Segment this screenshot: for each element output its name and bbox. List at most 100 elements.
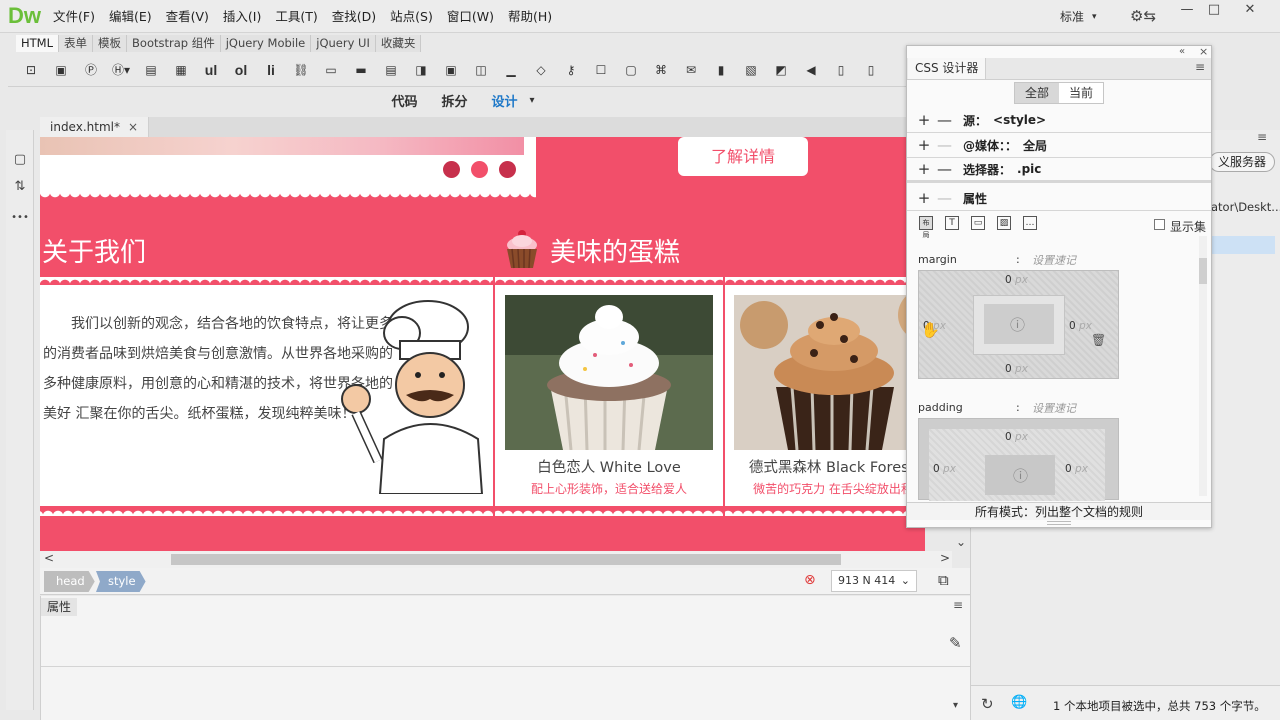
panel-menu-icon[interactable]: ≡	[953, 598, 963, 612]
heading-icon[interactable]: Ⓗ▾	[106, 58, 136, 82]
trash-icon[interactable]: 🗑	[1091, 333, 1106, 347]
menu-file[interactable]: 文件(F)	[46, 0, 102, 33]
css-vertical-scrollbar[interactable]	[1199, 236, 1207, 496]
selector-value[interactable]: .pic	[1017, 162, 1041, 176]
sources-value[interactable]: <style>	[993, 113, 1046, 127]
menu-site[interactable]: 站点(S)	[383, 0, 440, 33]
aside-icon[interactable]: ◨	[406, 58, 436, 82]
split-view-button[interactable]: 拆分	[441, 91, 467, 110]
tab-favorites[interactable]: 收藏夹	[376, 35, 422, 52]
table-icon[interactable]: ▤	[136, 58, 166, 82]
script-icon[interactable]: ⌘	[646, 58, 676, 82]
li-icon[interactable]: li	[256, 58, 286, 82]
email-icon[interactable]: ✉	[676, 58, 706, 82]
code-view-button[interactable]: 代码	[391, 91, 417, 110]
paragraph-icon[interactable]: Ⓟ	[76, 58, 106, 82]
main-icon[interactable]: ▤	[376, 58, 406, 82]
padding-shorthand[interactable]: 设置速记	[1032, 400, 1076, 416]
chevron-down-icon[interactable]: ⌄	[953, 535, 969, 551]
scrollbar-thumb[interactable]	[171, 554, 841, 565]
sort-icon[interactable]: ⇅	[6, 179, 34, 194]
chevron-down-icon[interactable]: ▾	[953, 700, 958, 711]
chevron-down-icon[interactable]: ▾	[530, 95, 535, 106]
header-icon[interactable]: ▭	[316, 58, 346, 82]
margin-top-value[interactable]: 0 px	[1005, 274, 1028, 286]
nav-icon[interactable]: ▬	[346, 58, 376, 82]
more-icon[interactable]: •••	[6, 212, 34, 223]
border-icon[interactable]: ▭	[971, 216, 985, 230]
remove-icon[interactable]: —	[937, 160, 952, 178]
scroll-left-icon[interactable]: <	[44, 551, 54, 565]
tab-jquery-mobile[interactable]: jQuery Mobile	[221, 35, 312, 52]
file-icon[interactable]: ▢	[6, 152, 34, 167]
maximize-icon[interactable]: □	[1197, 0, 1231, 22]
cake-card[interactable]: 德式黑森林 Black Forest C 微苦的巧克力 在舌尖绽放出秋天	[725, 285, 925, 506]
tag-head[interactable]: head	[44, 571, 95, 592]
learn-more-button[interactable]: 了解详情	[678, 137, 808, 176]
sync-settings-icon[interactable]: ⚙⇆	[1130, 7, 1156, 25]
tab-html[interactable]: HTML	[16, 35, 60, 52]
background-icon[interactable]: ▨	[997, 216, 1011, 230]
footer-icon[interactable]: ▁	[496, 58, 526, 82]
menu-insert[interactable]: 插入(I)	[216, 0, 268, 33]
slider-dot[interactable]	[471, 161, 488, 178]
audio-icon[interactable]: ◀	[796, 58, 826, 82]
edit-icon[interactable]: ✎	[949, 634, 962, 652]
cake-card[interactable]: 白色恋人 White Love 配上心形装饰，适合送给爱人	[495, 285, 723, 506]
selected-file-row[interactable]	[1211, 236, 1275, 254]
error-icon[interactable]: ⊗	[804, 572, 816, 588]
animate-icon[interactable]: ◩	[766, 58, 796, 82]
close-icon[interactable]: ✕	[1233, 0, 1267, 22]
tab-forms[interactable]: 表单	[59, 35, 94, 52]
close-icon[interactable]: ×	[1199, 45, 1208, 58]
menu-tools[interactable]: 工具(T)	[268, 0, 324, 33]
description-icon[interactable]: ☐	[586, 58, 616, 82]
padding-top-value[interactable]: 0 px	[1005, 431, 1028, 443]
add-icon[interactable]: +	[917, 111, 931, 129]
text-icon[interactable]: T	[945, 216, 959, 230]
ul-icon[interactable]: ul	[196, 58, 226, 82]
tab-templates[interactable]: 模板	[93, 35, 128, 52]
div-icon[interactable]: ⊡	[16, 58, 46, 82]
properties-tab[interactable]: 属性	[41, 598, 78, 616]
link-icon[interactable]: ⓘ	[1013, 465, 1028, 486]
scrollbar-thumb[interactable]	[1199, 258, 1207, 284]
add-icon[interactable]: +	[917, 189, 931, 207]
add-icon[interactable]: +	[917, 160, 931, 178]
globe-icon[interactable]: 🌐	[1011, 695, 1027, 710]
document-tab[interactable]: index.html* ×	[40, 117, 150, 137]
margin-right-value[interactable]: 0 px	[1069, 320, 1092, 332]
viewport-icon[interactable]: ▢	[616, 58, 646, 82]
filter-all-button[interactable]: 全部	[1015, 83, 1060, 103]
figure-icon[interactable]: ▦	[166, 58, 196, 82]
design-view[interactable]: 了解详情 关于我们 美味的蛋糕 我们以创新的观念，结合各地的饮食特点，将让更多的…	[40, 137, 925, 551]
margin-bottom-value[interactable]: 0 px	[1005, 363, 1028, 375]
ol-icon[interactable]: ol	[226, 58, 256, 82]
meta-icon[interactable]: ◇	[526, 58, 556, 82]
canvas-icon[interactable]: ▧	[736, 58, 766, 82]
refresh-icon[interactable]: ↻	[981, 695, 994, 713]
design-view-button[interactable]: 设计	[491, 91, 517, 110]
workspace-switcher[interactable]: 标准 ▾	[1060, 8, 1097, 25]
panel-menu-icon[interactable]: ≡	[1257, 130, 1267, 144]
media-value[interactable]: 全局	[1023, 137, 1047, 154]
article-icon[interactable]: ▣	[436, 58, 466, 82]
live-preview-icon[interactable]: ⧉	[938, 571, 949, 589]
horizontal-scrollbar[interactable]: < >	[40, 551, 952, 568]
tab-bootstrap[interactable]: Bootstrap 组件	[127, 35, 221, 52]
close-icon[interactable]: ×	[128, 117, 138, 137]
css-designer-tab[interactable]: CSS 设计器	[908, 58, 987, 79]
margin-shorthand[interactable]: 设置速记	[1032, 252, 1076, 268]
hyperlink-icon[interactable]: ⛓	[286, 58, 316, 82]
collapse-icon[interactable]: «	[1179, 46, 1185, 57]
padding-left-value[interactable]: 0 px	[933, 463, 956, 475]
padding-right-value[interactable]: 0 px	[1065, 463, 1088, 475]
slider-dot[interactable]	[443, 161, 460, 178]
keywords-icon[interactable]: ⚷	[556, 58, 586, 82]
flash-icon[interactable]: ▯	[826, 58, 856, 82]
filter-current-button[interactable]: 当前	[1059, 83, 1103, 103]
plugin-icon[interactable]: ▯	[856, 58, 886, 82]
menu-find[interactable]: 查找(D)	[325, 0, 383, 33]
layout-icon[interactable]: 布局	[919, 216, 933, 239]
show-set-checkbox[interactable]	[1154, 219, 1165, 230]
